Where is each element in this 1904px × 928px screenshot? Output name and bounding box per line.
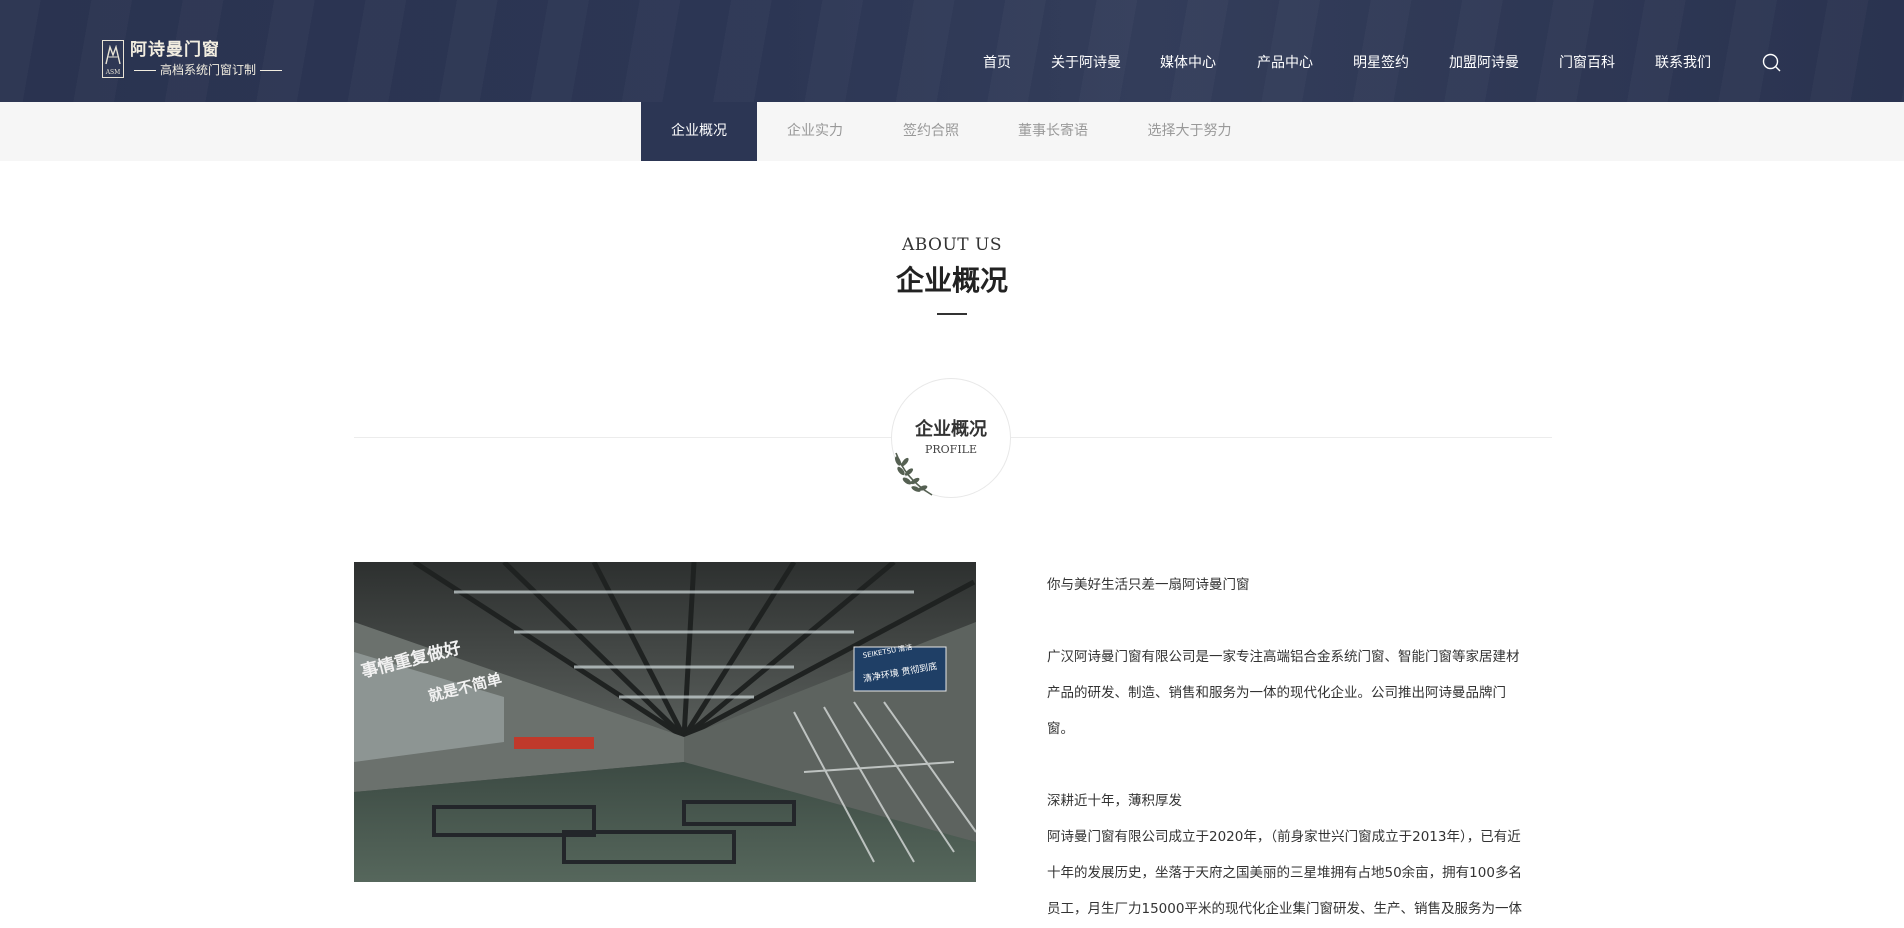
content-intro-line-3: 窗。 <box>1047 721 1074 737</box>
section-heading: ABOUT US 企业概况 <box>0 233 1904 315</box>
tab-choice-over-effort[interactable]: 选择大于努力 <box>1117 102 1262 161</box>
nav-item-about[interactable]: 关于阿诗曼 <box>1051 52 1121 74</box>
logo-mark-icon: ASM <box>102 40 124 78</box>
tab-profile[interactable]: 企业概况 <box>641 102 757 161</box>
nav-item-home[interactable]: 首页 <box>983 52 1011 74</box>
brand-subtitle: 高档系统门窗订制 <box>160 63 257 77</box>
brand-title: 阿诗曼门窗 <box>130 40 220 60</box>
search-icon[interactable] <box>1761 52 1783 74</box>
logo-mark-letters: ASM <box>105 69 121 76</box>
nav-item-franchise[interactable]: 加盟阿诗曼 <box>1449 52 1519 74</box>
section-en-title: ABOUT US <box>901 235 1003 255</box>
content-history-line-3: 员工，月生厂力15000平米的现代化企业集门窗研发、生产、销售及服务为一体 <box>1047 901 1522 917</box>
brand-logo[interactable]: ASM 阿诗曼门窗 高档系统门窗订制 <box>102 40 286 78</box>
profile-content: 你与美好生活只差一扇阿诗曼门窗 广汉阿诗曼门窗有限公司是一家专注高端铝合金系统门… <box>1047 567 1547 927</box>
nav-item-media[interactable]: 媒体中心 <box>1160 52 1216 74</box>
site-header: ASM 阿诗曼门窗 高档系统门窗订制 首页 关于阿诗曼 媒体中心 产品中心 明星… <box>0 0 1904 102</box>
tab-strength[interactable]: 企业实力 <box>757 102 873 161</box>
tab-chairman-message[interactable]: 董事长寄语 <box>989 102 1117 161</box>
nav-item-products[interactable]: 产品中心 <box>1257 52 1313 74</box>
logo-monogram-icon <box>105 45 121 65</box>
profile-badge: 企业概况 PROFILE <box>891 378 1011 498</box>
content-history-line-2: 十年的发展历史，坐落于天府之国美丽的三星堆拥有占地50余亩，拥有100多名 <box>1047 865 1522 881</box>
laurel-icon <box>894 452 933 496</box>
nav-item-celebrity[interactable]: 明星签约 <box>1353 52 1409 74</box>
content-intro-line-2: 产品的研发、制造、销售和服务为一体的现代化企业。公司推出阿诗曼品牌门 <box>1047 685 1506 701</box>
title-underline <box>937 313 967 315</box>
content-intro-line-1: 广汉阿诗曼门窗有限公司是一家专注高端铝合金系统门窗、智能门窗等家居建材 <box>1047 649 1520 665</box>
section-cn-title: 企业概况 <box>895 264 1008 297</box>
sub-navigation: 企业概况 企业实力 签约合照 董事长寄语 选择大于努力 <box>0 102 1904 161</box>
nav-item-contact[interactable]: 联系我们 <box>1655 52 1711 74</box>
factory-photo: 事情重复做好 就是不简单 SEIKETSU 清洁 清净环境 贯彻到底 <box>354 562 976 882</box>
content-history-line-1: 阿诗曼门窗有限公司成立于2020年，（前身家世兴门窗成立于2013年），已有近 <box>1047 829 1521 845</box>
content-slogan: 你与美好生活只差一扇阿诗曼门窗 <box>1047 577 1250 593</box>
content-subheading: 深耕近十年，薄积厚发 <box>1047 793 1182 809</box>
tab-signing-photos[interactable]: 签约合照 <box>873 102 989 161</box>
nav-item-encyclopedia[interactable]: 门窗百科 <box>1559 52 1615 74</box>
badge-cn-title: 企业概况 <box>915 419 987 440</box>
